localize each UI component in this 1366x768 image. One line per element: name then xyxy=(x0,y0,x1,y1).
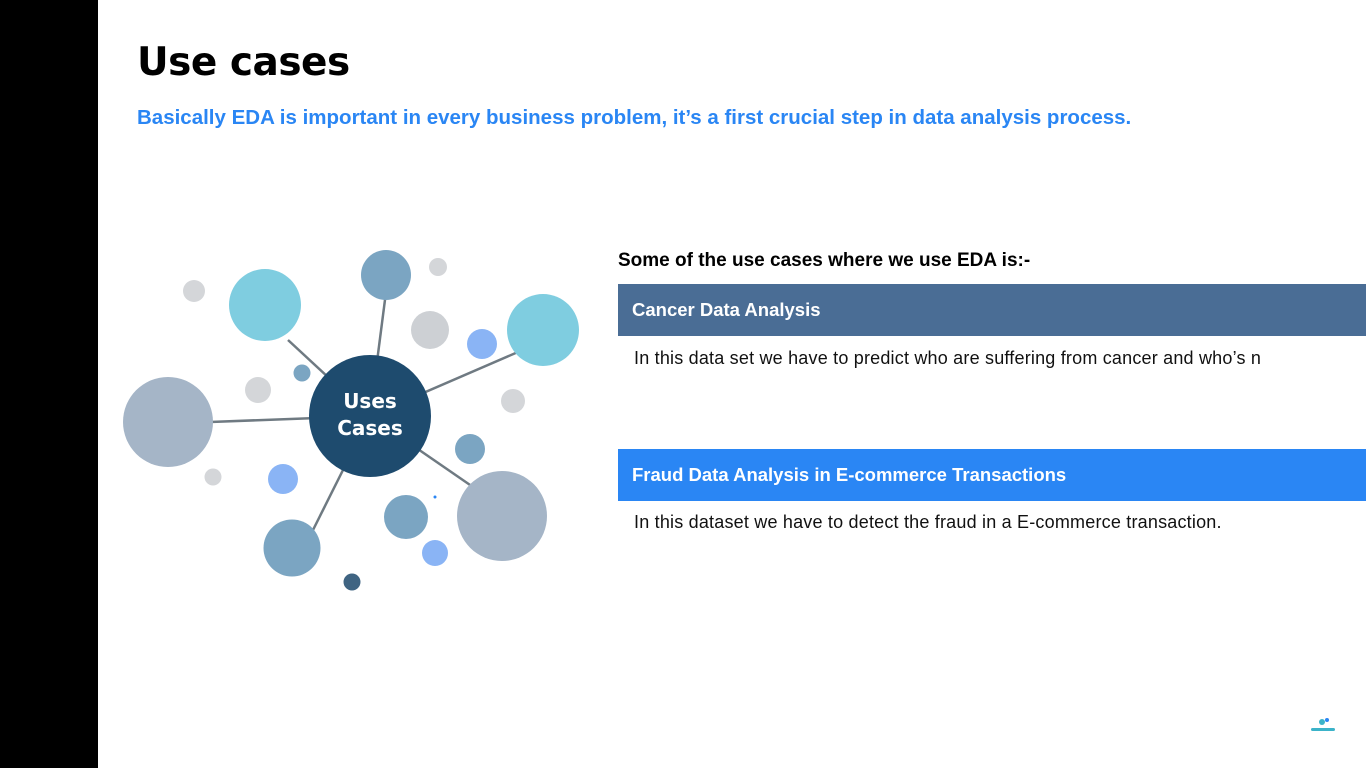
steel-blue-bubble xyxy=(361,250,411,300)
hub-label-line2: Cases xyxy=(337,416,403,440)
small-gray-bubble xyxy=(204,468,222,486)
use-case-description-fraud: In this dataset we have to detect the fr… xyxy=(634,512,1222,532)
small-gray-bubble xyxy=(429,258,447,276)
hub-label-line1: Uses xyxy=(343,389,397,413)
light-blue-bubble xyxy=(422,540,448,566)
cyan-bubble xyxy=(229,269,301,341)
use-case-header-cancer: Cancer Data Analysis xyxy=(618,284,1366,336)
steel-blue-bubble xyxy=(455,434,485,464)
light-blue-bubble xyxy=(268,464,298,494)
presentation-slide: Use cases Basically EDA is important in … xyxy=(98,0,1366,768)
large-gray-blue-bubble xyxy=(457,471,547,561)
gray-bubble xyxy=(411,311,449,349)
use-cases-intro: Some of the use cases where we use EDA i… xyxy=(618,250,1031,271)
left-black-bar xyxy=(0,0,98,768)
use-cases-bubble-diagram: Uses Cases xyxy=(123,250,579,591)
large-gray-blue-bubble xyxy=(123,377,213,467)
gray-bubble xyxy=(245,377,271,403)
steel-blue-bubble xyxy=(384,495,428,539)
use-case-description-cancer: In this data set we have to predict who … xyxy=(634,348,1262,368)
small-navy-bubble xyxy=(343,573,361,591)
light-blue-bubble xyxy=(467,329,497,359)
tiny-dot xyxy=(433,495,437,499)
use-case-header-fraud: Fraud Data Analysis in E-commerce Transa… xyxy=(618,449,1366,501)
cyan-bubble xyxy=(507,294,579,366)
brand-logo-icon xyxy=(1311,718,1335,731)
steel-blue-bubble xyxy=(263,519,321,577)
small-steel-bubble xyxy=(293,364,311,382)
gray-bubble xyxy=(501,389,525,413)
small-gray-bubble xyxy=(183,280,205,302)
